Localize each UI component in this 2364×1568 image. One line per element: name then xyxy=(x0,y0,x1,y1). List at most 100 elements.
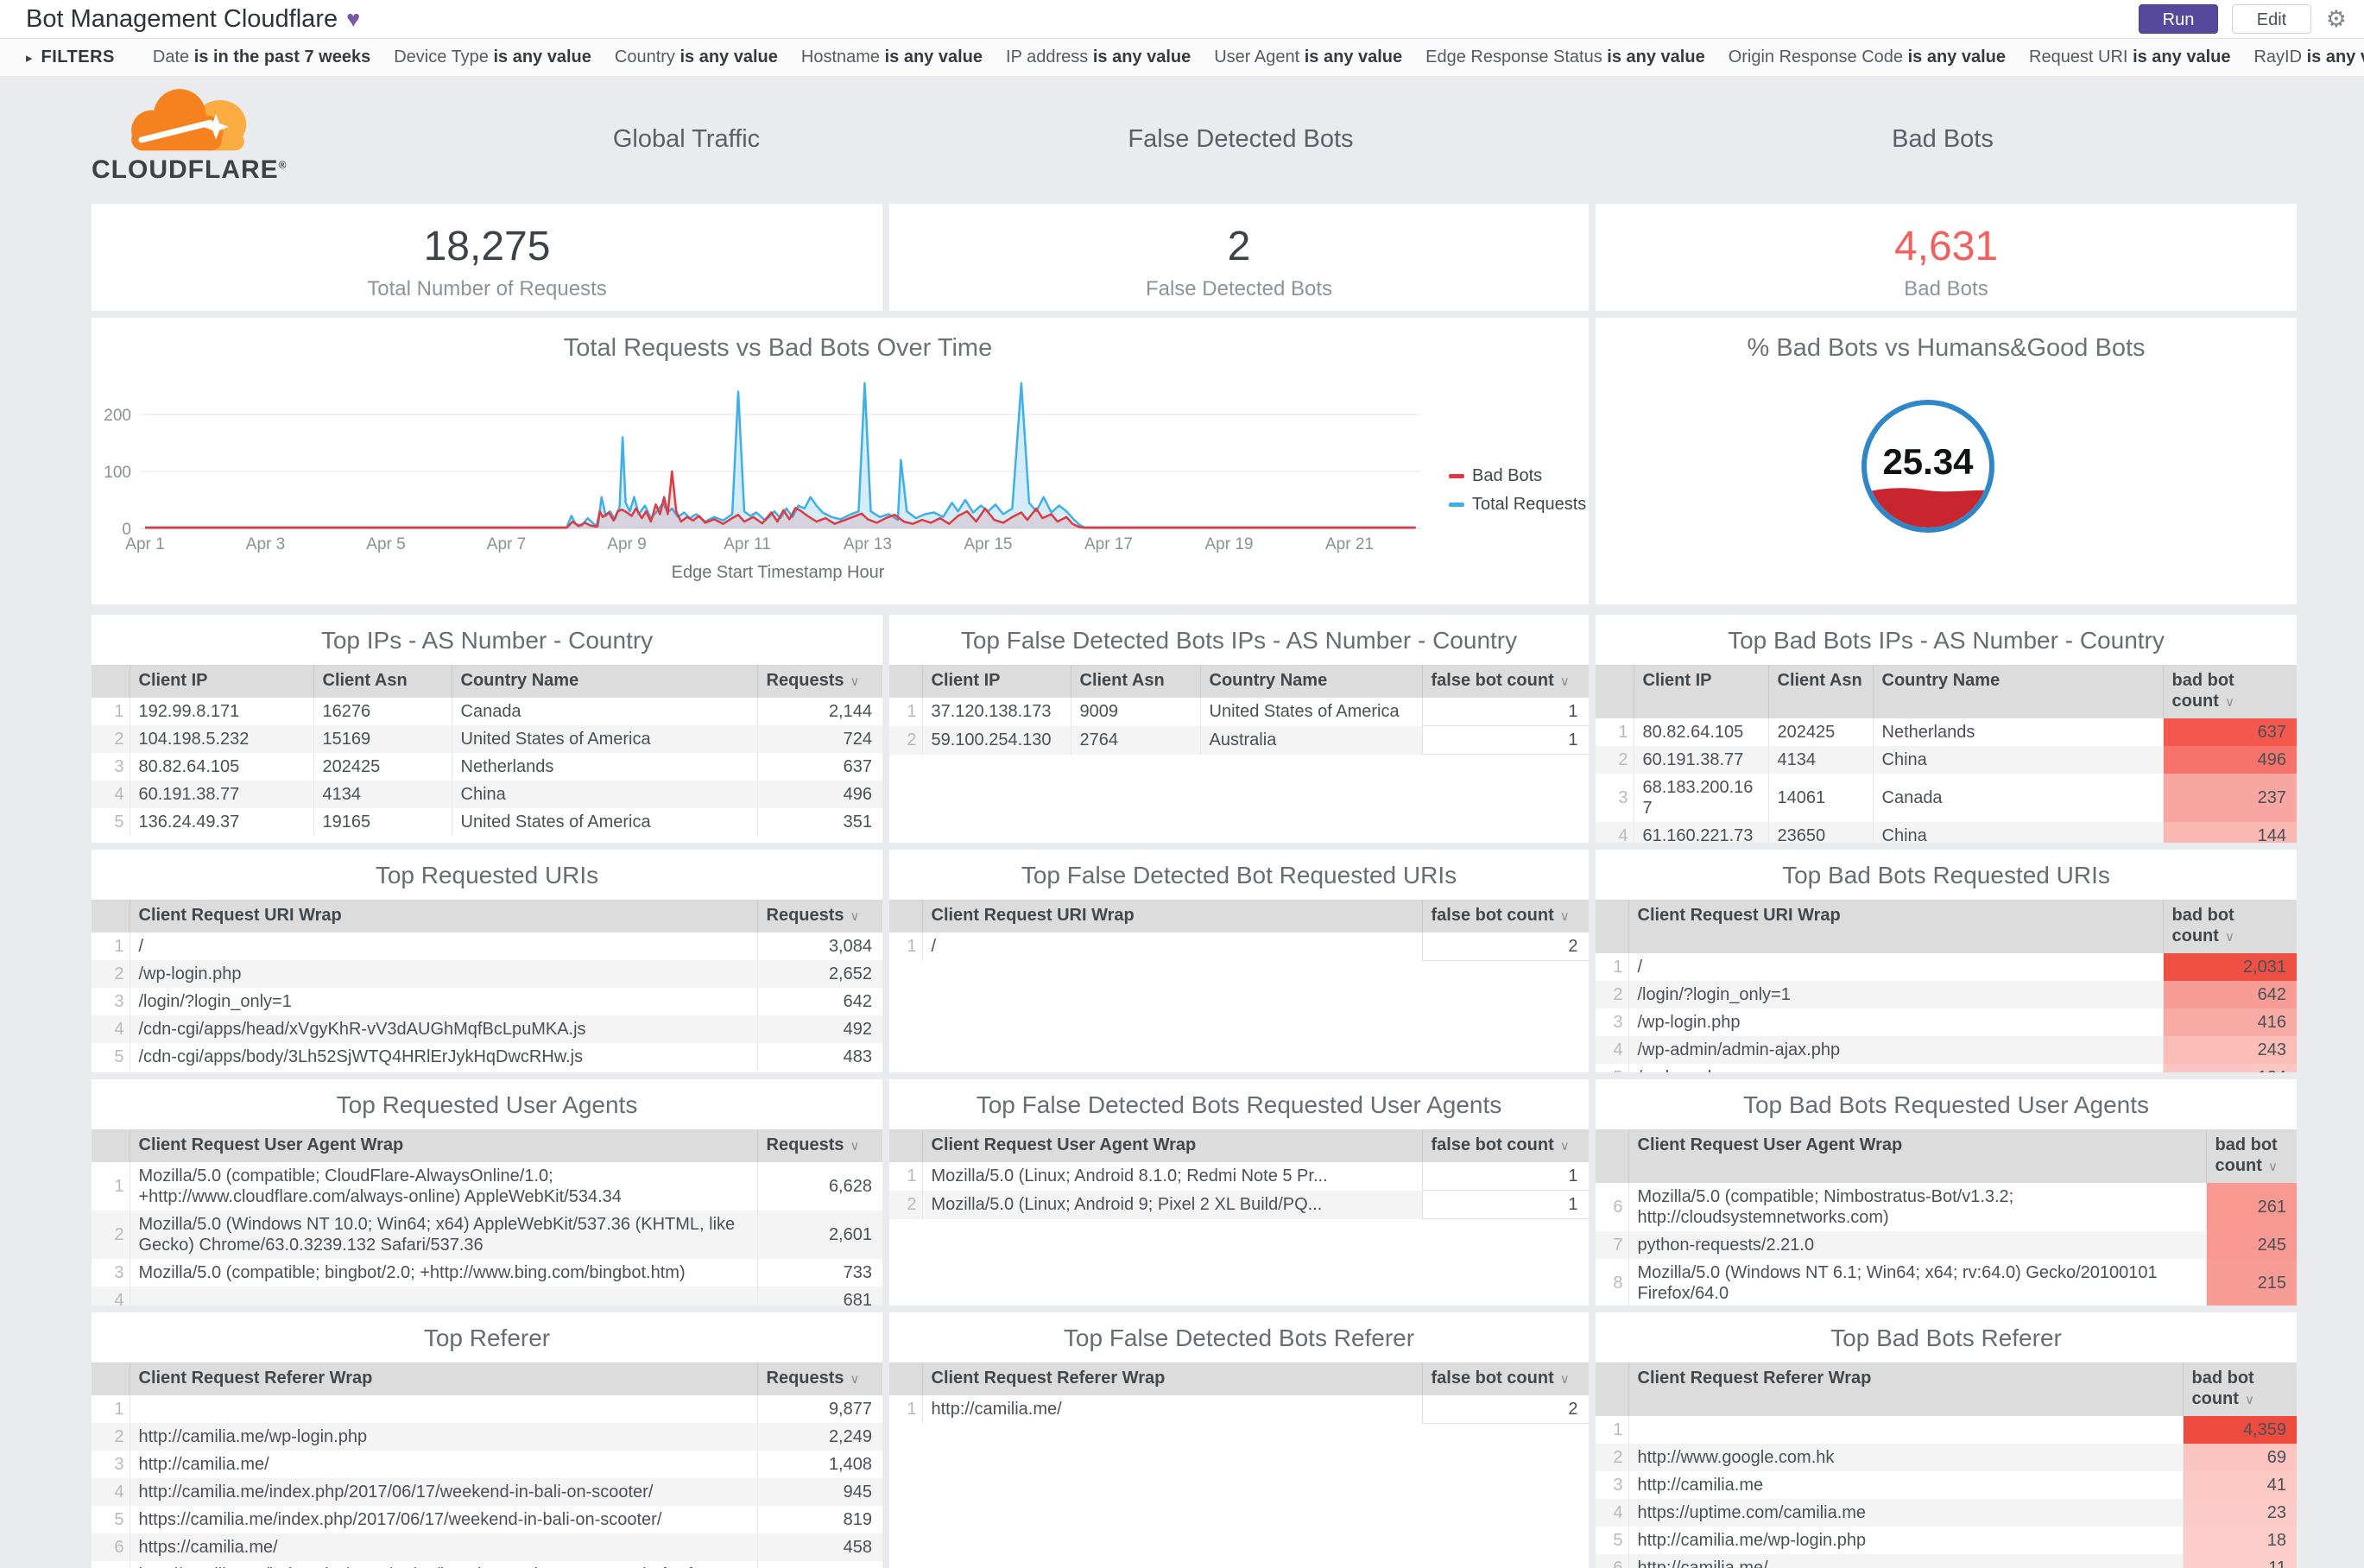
gear-icon[interactable]: ⚙︎ xyxy=(2326,0,2347,38)
column-header[interactable]: Country Name xyxy=(1872,665,2163,718)
cell: United States of America xyxy=(451,725,757,753)
column-header[interactable]: Requests ∨ xyxy=(756,1129,882,1162)
filter-token[interactable]: Request URI is any value xyxy=(2029,47,2230,66)
column-header[interactable]: Client Asn xyxy=(1767,665,1873,718)
column-header[interactable]: Client Asn xyxy=(313,665,452,698)
table-row: 5/cdn-cgi/apps/body/3Lh52SjWTQ4HRlErJykH… xyxy=(92,1043,882,1071)
column-header[interactable]: Client Request User Agent Wrap xyxy=(129,1129,757,1162)
column-header[interactable]: Requests ∨ xyxy=(756,665,882,698)
cell: Mozilla/5.0 (compatible; Nimbostratus-Bo… xyxy=(1628,1183,2206,1231)
svg-text:Apr 17: Apr 17 xyxy=(1084,535,1133,553)
cell: 6,628 xyxy=(756,1162,882,1211)
table-tile-top-ips: Top IPs - AS Number - Country Client IP Cl… xyxy=(92,615,882,843)
filter-field: Date xyxy=(152,47,194,66)
filter-token[interactable]: RayID is any value xyxy=(2253,47,2364,66)
svg-text:25.34: 25.34 xyxy=(1882,441,1974,482)
cell: 642 xyxy=(756,988,882,1015)
column-header[interactable]: false bot count ∨ xyxy=(1421,1363,1589,1395)
cell: 243 xyxy=(2162,1036,2297,1064)
sort-chevron-down-icon[interactable]: ∨ xyxy=(2268,1160,2278,1174)
column-header[interactable]: false bot count ∨ xyxy=(1421,1129,1589,1162)
row-number-header xyxy=(92,1363,130,1395)
column-header[interactable]: false bot count ∨ xyxy=(1421,900,1589,933)
sort-chevron-down-icon[interactable]: ∨ xyxy=(2225,930,2234,945)
filter-condition: is any value xyxy=(1907,47,2006,66)
cell: http://camilia.me/ xyxy=(921,1395,1422,1424)
row-number: 2 xyxy=(114,1225,124,1244)
edit-button[interactable]: Edit xyxy=(2232,4,2311,34)
row-number-header xyxy=(1596,1129,1628,1183)
run-button[interactable]: Run xyxy=(2139,4,2218,34)
legend-swatch xyxy=(1449,474,1464,478)
column-header[interactable]: Requests ∨ xyxy=(756,1363,882,1395)
column-header[interactable]: Client Request Referer Wrap xyxy=(129,1363,757,1395)
table-row: 7 python-requests/2.21.0 245 xyxy=(1596,1231,2297,1259)
column-header[interactable]: false bot count ∨ xyxy=(1421,665,1589,698)
cell: 2,652 xyxy=(756,960,882,988)
cell: Netherlands xyxy=(451,753,757,781)
svg-text:Apr 7: Apr 7 xyxy=(487,535,526,553)
sort-chevron-down-icon[interactable]: ∨ xyxy=(1560,674,1570,689)
legend-item[interactable]: Total Requests xyxy=(1449,495,1586,515)
table-row: 1 Mozilla/5.0 (compatible; CloudFlare-Alw… xyxy=(92,1162,882,1211)
column-header[interactable]: Client Request Referer Wrap xyxy=(1628,1363,2183,1416)
column-header[interactable]: bad bot count ∨ xyxy=(2182,1363,2297,1416)
row-number: 3 xyxy=(1618,788,1628,807)
row-number: 1 xyxy=(1618,723,1628,742)
column-header[interactable]: Country Name xyxy=(451,665,757,698)
column-header[interactable]: Client IP xyxy=(129,665,313,698)
cell: 3,084 xyxy=(756,933,882,960)
column-header[interactable]: Country Name xyxy=(1199,665,1422,698)
column-header[interactable]: Client Asn xyxy=(1070,665,1200,698)
sort-chevron-down-icon[interactable]: ∨ xyxy=(850,1139,860,1154)
filters-expand-icon[interactable]: ▸ xyxy=(26,50,33,66)
cell: 136.24.49.37 xyxy=(129,808,313,836)
filters-toggle[interactable]: FILTERS xyxy=(41,47,115,67)
column-header[interactable]: Client Request Referer Wrap xyxy=(921,1363,1422,1395)
filter-field: Edge Response Status xyxy=(1425,47,1608,66)
column-header[interactable]: bad bot count ∨ xyxy=(2205,1129,2297,1183)
cell: 104.198.5.232 xyxy=(129,725,313,753)
cell: https://camilia.me/ xyxy=(129,1533,757,1561)
column-header[interactable]: Client Request User Agent Wrap xyxy=(921,1129,1422,1162)
cell: 9009 xyxy=(1070,698,1200,726)
legend-item[interactable]: Bad Bots xyxy=(1449,466,1586,486)
filter-token[interactable]: Device Type is any value xyxy=(394,47,591,66)
column-header[interactable]: Client Request User Agent Wrap xyxy=(1628,1129,2206,1183)
table-title: Top Bad Bots IPs - AS Number - Country xyxy=(1728,627,2165,654)
sort-chevron-down-icon[interactable]: ∨ xyxy=(1560,1372,1570,1387)
cell: Netherlands xyxy=(1872,718,2163,746)
cell: 80.82.64.105 xyxy=(1633,718,1768,746)
row-number: 2 xyxy=(114,1427,124,1446)
column-header[interactable]: Client IP xyxy=(1633,665,1768,718)
legend-label: Bad Bots xyxy=(1472,466,1543,485)
filter-token[interactable]: Edge Response Status is any value xyxy=(1425,47,1705,66)
sort-chevron-down-icon[interactable]: ∨ xyxy=(2245,1393,2254,1407)
column-header[interactable]: Client IP xyxy=(921,665,1071,698)
filter-token[interactable]: User Agent is any value xyxy=(1214,47,1402,66)
column-header[interactable]: bad bot count ∨ xyxy=(2162,665,2297,718)
cell: Canada xyxy=(1872,774,2163,822)
cloudflare-wordmark: CLOUDFLARE® xyxy=(92,155,288,184)
sort-chevron-down-icon[interactable]: ∨ xyxy=(850,674,860,689)
sort-chevron-down-icon[interactable]: ∨ xyxy=(1560,909,1570,924)
row-number: 1 xyxy=(907,702,917,722)
sort-chevron-down-icon[interactable]: ∨ xyxy=(850,909,860,924)
filter-token[interactable]: Hostname is any value xyxy=(801,47,983,66)
table-row: 4 https://uptime.com/camilia.me 23 xyxy=(1596,1499,2297,1527)
column-header[interactable]: Client Request URI Wrap xyxy=(129,900,757,933)
column-header[interactable]: Requests ∨ xyxy=(756,900,882,933)
filter-token[interactable]: IP address is any value xyxy=(1006,47,1191,66)
column-header[interactable]: bad bot count ∨ xyxy=(2162,900,2297,953)
sort-chevron-down-icon[interactable]: ∨ xyxy=(1560,1139,1570,1154)
column-header[interactable]: Client Request URI Wrap xyxy=(921,900,1422,933)
filter-token[interactable]: Origin Response Code is any value xyxy=(1729,47,2006,66)
section-header-false-detected-bots: False Detected Bots xyxy=(1128,125,1354,153)
table-tile-top-false-referer: Top False Detected Bots Referer Client Re… xyxy=(889,1312,1589,1568)
filter-token[interactable]: Country is any value xyxy=(615,47,778,66)
sort-chevron-down-icon[interactable]: ∨ xyxy=(2225,695,2234,710)
column-header[interactable]: Client Request URI Wrap xyxy=(1628,900,2163,953)
table-row: 1 Mozilla/5.0 (Linux; Android 8.1.0; Redm… xyxy=(889,1162,1589,1191)
filter-token[interactable]: Date is in the past 7 weeks xyxy=(153,47,370,66)
sort-chevron-down-icon[interactable]: ∨ xyxy=(850,1372,860,1387)
